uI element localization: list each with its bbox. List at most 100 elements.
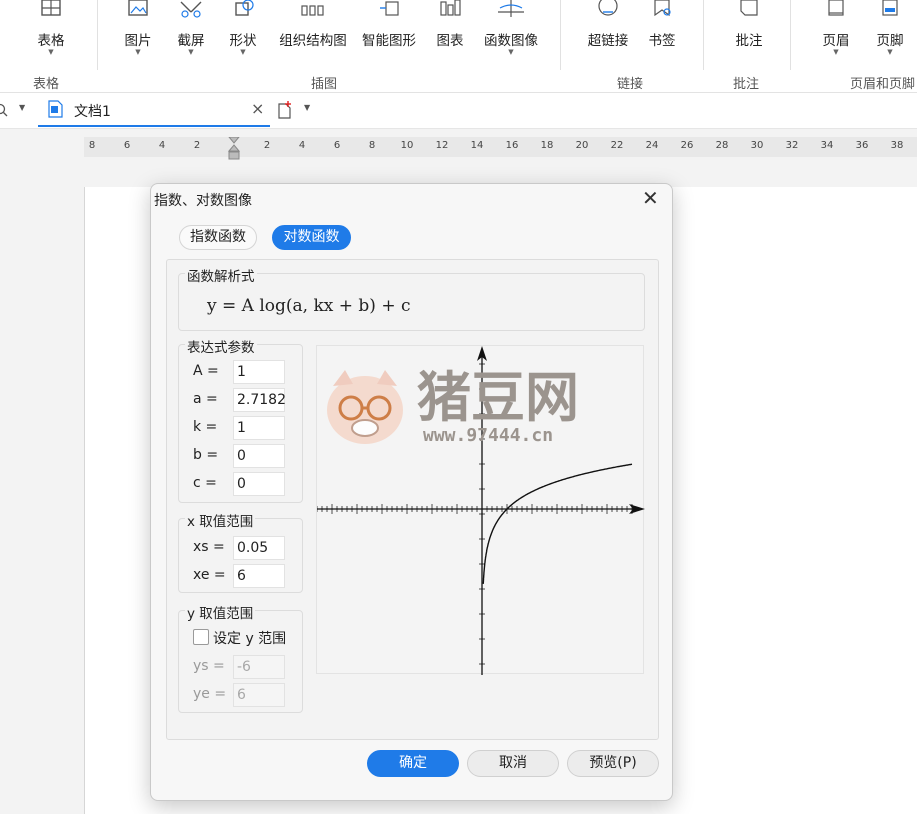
screenshot-label: 截屏 (177, 33, 205, 49)
table-button[interactable]: 表格 ▼ (25, 0, 77, 62)
param-a-upper-input[interactable]: 1 (233, 360, 285, 384)
smart-graphic-label: 智能图形 (362, 33, 416, 49)
range-label: ye = (193, 686, 227, 702)
pig-mascot-icon (327, 370, 403, 444)
xe-input[interactable]: 6 (233, 564, 285, 588)
function-graph-icon (498, 0, 524, 17)
shape-label: 形状 (229, 33, 257, 49)
y-range-group: y 取值范围 设定 y 范围 ys = -6 ye = 6 (178, 602, 303, 713)
ribbon: 表格 ▼ 图片 ▼ 截屏 ▼ 形状 ▼ 组织结构图 智能图形 图表 函数图像 ▼… (0, 0, 917, 93)
ruler-tick: 22 (610, 140, 624, 151)
formula-group: 函数解析式 y = A log(a, kx + b) + c (178, 265, 645, 331)
picture-label: 图片 (124, 33, 152, 49)
table-label: 表格 (37, 33, 65, 49)
indent-marker-icon[interactable] (228, 137, 240, 161)
tab-exponential[interactable]: 指数函数 (179, 225, 257, 250)
smart-graphic-button[interactable]: 智能图形 (356, 0, 422, 62)
ruler-tick: 24 (645, 140, 659, 151)
comment-icon (740, 0, 758, 16)
org-chart-icon (301, 5, 324, 16)
function-graph-button[interactable]: 函数图像 ▼ (478, 0, 544, 62)
range-label: ys = (193, 658, 225, 674)
chart-button[interactable]: 图表 (430, 0, 470, 62)
org-chart-label: 组织结构图 (279, 33, 347, 49)
group-label-comments: 批注 (733, 77, 760, 92)
divider (560, 0, 561, 70)
param-label: A = (193, 363, 219, 379)
bookmark-button[interactable]: 书签 (642, 0, 682, 62)
ruler-tick: 32 (785, 140, 799, 151)
footer-button[interactable]: 页脚 ▼ (868, 0, 912, 62)
param-label: a = (193, 391, 218, 407)
header-button[interactable]: 页眉 ▼ (814, 0, 858, 62)
ruler-tick: 2 (263, 140, 271, 151)
y-range-legend: y 取值范围 (185, 602, 256, 622)
bookmark-label: 书签 (648, 33, 676, 49)
formula-legend: 函数解析式 (185, 265, 257, 285)
param-a-input[interactable]: 2.7182 (233, 388, 286, 412)
hyperlink-button[interactable]: 超链接 (582, 0, 634, 62)
ok-button[interactable]: 确定 (367, 750, 459, 777)
chevron-down-icon[interactable]: ▼ (19, 103, 25, 112)
set-y-range-label: 设定 y 范围 (213, 631, 287, 647)
document-tab[interactable]: 文档1 × (38, 93, 270, 127)
horizontal-ruler[interactable]: 8 6 4 2 2 4 6 8 10 12 14 16 18 20 22 24 26 28 30 32 34 36 38 (84, 137, 917, 160)
dialog-title: 指数、对数图像 (154, 193, 252, 209)
ruler-tick: 28 (715, 140, 729, 151)
ruler-tick: 16 (505, 140, 519, 151)
picture-button[interactable]: 图片 ▼ (114, 0, 162, 62)
header-label: 页眉 (822, 33, 850, 49)
group-label-illustrations: 插图 (311, 77, 338, 92)
group-label-links: 链接 (617, 77, 644, 92)
divider (97, 0, 98, 70)
ruler-tick: 4 (158, 140, 166, 151)
document-tab-title: 文档1 (74, 104, 111, 120)
ruler-tick: 6 (333, 140, 341, 151)
ruler-tick: 4 (298, 140, 306, 151)
param-c-input[interactable]: 0 (233, 472, 285, 496)
function-graph-label: 函数图像 (484, 33, 538, 49)
footer-icon (882, 0, 898, 16)
params-group: 表达式参数 A = 1 a = 2.7182 k = 1 b = 0 c = 0 (178, 336, 303, 503)
screenshot-button[interactable]: 截屏 ▼ (168, 0, 214, 62)
chevron-down-icon[interactable]: ▼ (304, 103, 310, 112)
close-icon[interactable]: ✕ (642, 186, 659, 210)
chevron-down-icon: ▼ (887, 48, 893, 56)
close-tab-icon[interactable]: × (251, 99, 264, 118)
document-icon (48, 100, 63, 118)
search-icon[interactable] (0, 103, 8, 117)
tab-logarithmic[interactable]: 对数函数 (272, 225, 351, 250)
picture-icon (128, 0, 148, 16)
header-icon (828, 0, 844, 16)
watermark-url: www.97444.cn (423, 425, 553, 446)
x-range-legend: x 取值范围 (185, 510, 256, 530)
set-y-range-checkbox[interactable] (193, 629, 209, 645)
divider (703, 0, 704, 70)
watermark-logo: 猪豆网 www.97444.cn (327, 366, 579, 446)
ruler-tick: 36 (855, 140, 869, 151)
ruler-tick: 34 (820, 140, 834, 151)
preview-button[interactable]: 预览(P) (567, 750, 659, 777)
document-tab-bar: ▼ 文档1 × ▼ (0, 93, 917, 129)
dialog-content-panel: 函数解析式 y = A log(a, kx + b) + c 表达式参数 A =… (166, 259, 659, 740)
new-tab-icon[interactable] (277, 101, 293, 119)
ys-input[interactable]: -6 (233, 655, 285, 679)
param-label: k = (193, 419, 218, 435)
param-k-input[interactable]: 1 (233, 416, 285, 440)
watermark-logo-text: 猪豆网 (417, 366, 579, 429)
ruler-tick: 18 (540, 140, 554, 151)
ruler-tick: 12 (435, 140, 449, 151)
xs-input[interactable]: 0.05 (233, 536, 285, 560)
shape-button[interactable]: 形状 ▼ (220, 0, 266, 62)
comment-button[interactable]: 批注 (727, 0, 771, 62)
ye-input[interactable]: 6 (233, 683, 285, 707)
chevron-down-icon: ▼ (508, 48, 514, 56)
param-b-input[interactable]: 0 (233, 444, 285, 468)
ruler-tick: 10 (400, 140, 414, 151)
chevron-down-icon: ▼ (135, 48, 141, 56)
comment-label: 批注 (735, 33, 763, 49)
ruler-tick: 20 (575, 140, 589, 151)
cancel-button[interactable]: 取消 (467, 750, 559, 777)
ruler-tick: 26 (680, 140, 694, 151)
org-chart-button[interactable]: 组织结构图 (274, 0, 352, 62)
